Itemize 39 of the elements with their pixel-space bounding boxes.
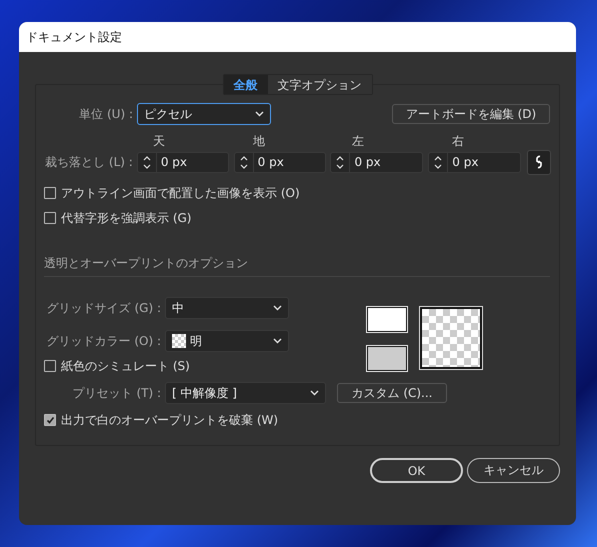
edit-artboard-button[interactable]: アートボードを編集 (D) <box>392 104 550 124</box>
checkbox[interactable]: 紙色のシミュレート (S) <box>44 358 190 374</box>
link-button[interactable] <box>527 150 552 174</box>
bleed-field[interactable]: 0 px <box>428 152 522 172</box>
grid-color-label: グリッドカラー (O) : <box>46 332 162 350</box>
bleed-field[interactable]: 0 px <box>234 152 326 172</box>
chevron-down-icon <box>273 338 282 344</box>
checkbox[interactable]: 代替字形を強調表示 (G) <box>44 210 192 226</box>
units-dropdown[interactable]: ピクセル <box>137 103 271 125</box>
preset-dropdown[interactable]: [ 中解像度 ] <box>165 382 326 404</box>
bleed-field[interactable]: 0 px <box>330 152 424 172</box>
link-icon <box>535 155 544 169</box>
custom-button[interactable]: カスタム (C)... <box>337 383 447 403</box>
checkmark-icon <box>46 416 54 424</box>
paper-swatch <box>367 307 407 332</box>
checkbox[interactable]: アウトライン画面で配置した画像を表示 (O) <box>44 184 300 202</box>
checkbox[interactable]: 出力で白のオーバープリントを破棄 (W) <box>44 412 278 428</box>
chevron-down-icon <box>310 390 319 396</box>
tab[interactable]: 全般 <box>224 75 268 94</box>
paper-simulation-swatch <box>367 346 407 371</box>
section-heading: 透明とオーバープリントのオプション <box>44 255 550 277</box>
checker-icon <box>172 334 186 348</box>
ok-button[interactable]: OK <box>370 458 463 483</box>
bleed-heading: 右 <box>452 134 464 148</box>
bleed-heading: 左 <box>352 134 364 148</box>
bleed-label: 裁ち落とし (L) : <box>44 154 134 170</box>
grid-color-dropdown[interactable]: 明 <box>165 330 289 352</box>
preset-label: プリセット (T) : <box>72 384 162 402</box>
cancel-button[interactable]: キャンセル <box>467 458 560 483</box>
chevron-down-icon <box>255 111 264 117</box>
units-label: 単位 (U) : <box>78 106 134 122</box>
grid-size-dropdown[interactable]: 中 <box>165 297 289 319</box>
chevron-down-icon <box>273 305 282 311</box>
transparency-grid-preview <box>420 307 482 369</box>
grid-size-label: グリッドサイズ (G) : <box>46 300 162 316</box>
window-title: ドキュメント設定 <box>19 22 576 52</box>
bleed-field[interactable]: 0 px <box>136 152 229 172</box>
bleed-heading: 天 <box>153 134 165 148</box>
bleed-heading: 地 <box>253 134 265 148</box>
